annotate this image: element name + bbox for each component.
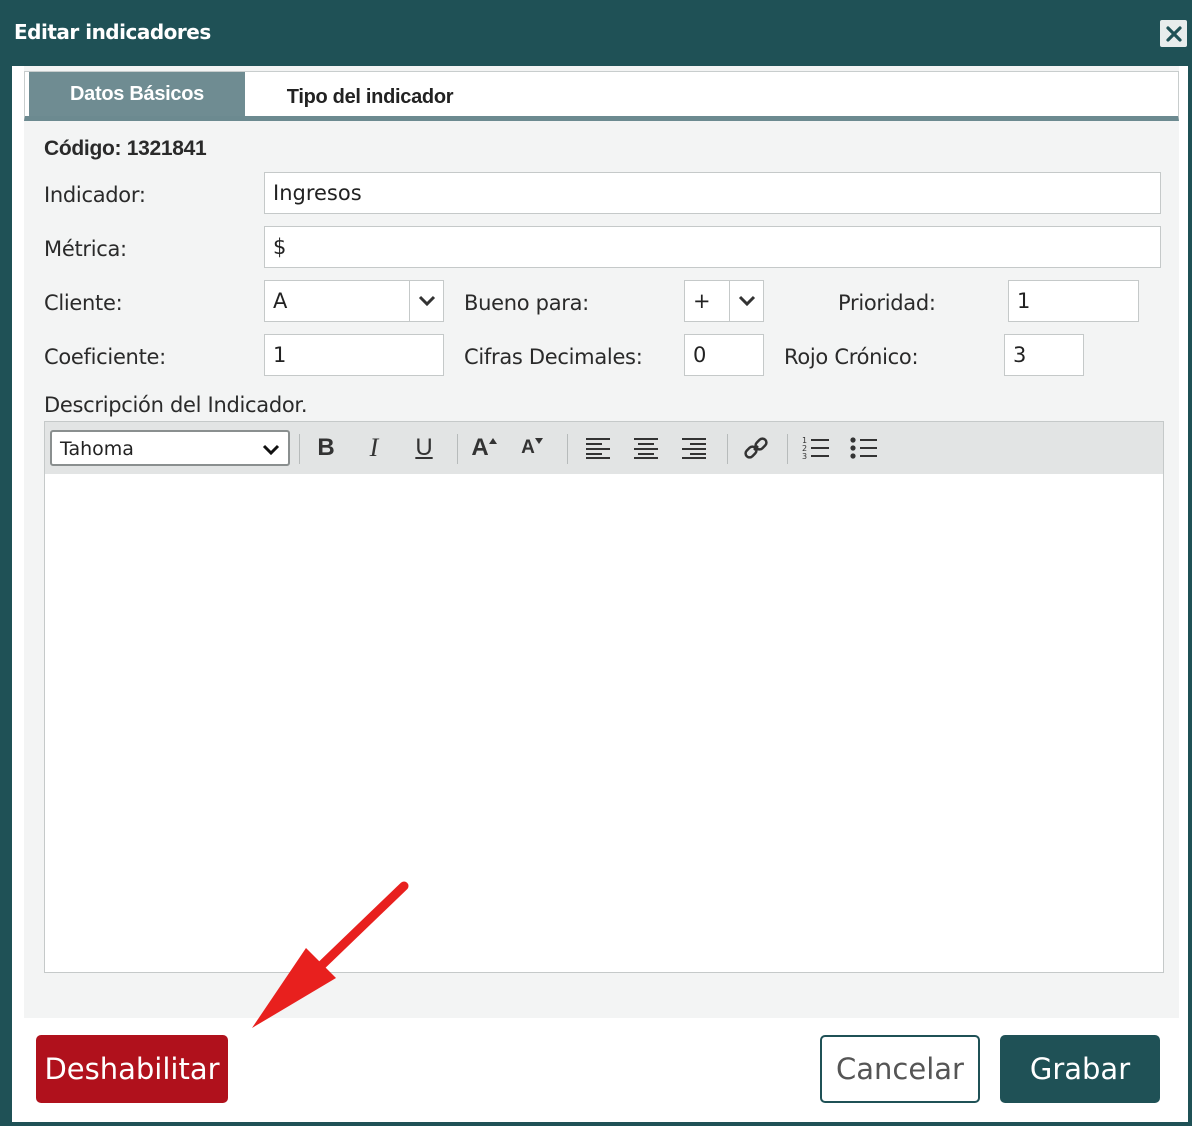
ordered-list-button[interactable]: 1 2 3 [797, 430, 835, 466]
prioridad-label: Prioridad: [838, 291, 936, 315]
description-text-area[interactable] [45, 474, 1163, 972]
underline-icon: U [415, 434, 433, 461]
chevron-down-icon [729, 281, 763, 321]
align-center-icon [634, 438, 658, 459]
disable-button[interactable]: Deshabilitar [36, 1035, 228, 1103]
tab-datos-basicos[interactable]: Datos Básicos [29, 72, 245, 116]
svg-text:3: 3 [802, 452, 807, 461]
unordered-list-button[interactable] [845, 430, 883, 466]
chevron-down-icon [409, 281, 443, 321]
descripcion-label: Descripción del Indicador. [44, 393, 308, 417]
indicador-label: Indicador: [44, 183, 146, 207]
align-right-icon [682, 438, 706, 459]
dialog-content: Datos Básicos Tipo del indicador Código:… [12, 66, 1188, 1122]
italic-button[interactable]: I [355, 430, 393, 466]
editor-toolbar: Tahoma B I U A A 1 2 3 [45, 422, 1163, 474]
toolbar-separator [727, 434, 728, 464]
font-family-select[interactable]: Tahoma [50, 430, 290, 466]
dialog-title: Editar indicadores [14, 20, 211, 44]
description-editor: Tahoma B I U A A 1 2 3 [44, 421, 1164, 973]
cifras-label: Cifras Decimales: [464, 345, 643, 369]
close-button[interactable] [1160, 20, 1187, 47]
rojo-input[interactable]: 3 [1004, 334, 1084, 376]
save-button[interactable]: Grabar [1000, 1035, 1160, 1103]
bueno-select-value: + [693, 289, 711, 313]
link-button[interactable] [737, 430, 775, 466]
underline-button[interactable]: U [405, 430, 443, 466]
cliente-select-value: A [273, 289, 288, 313]
metrica-input[interactable]: $ [264, 226, 1161, 268]
cliente-select[interactable]: A [264, 280, 444, 322]
toolbar-separator [787, 434, 788, 464]
cifras-input[interactable]: 0 [684, 334, 764, 376]
coeficiente-label: Coeficiente: [44, 345, 166, 369]
code-label: Código: 1321841 [44, 137, 207, 160]
ordered-list-icon: 1 2 3 [802, 436, 829, 461]
link-icon [744, 437, 768, 459]
font-grow-button[interactable]: A [465, 430, 503, 466]
italic-icon: I [369, 433, 379, 462]
bold-button[interactable]: B [307, 430, 345, 466]
tab-bar: Datos Básicos Tipo del indicador [24, 71, 1179, 121]
cliente-label: Cliente: [44, 291, 123, 315]
prioridad-input[interactable]: 1 [1008, 280, 1139, 322]
font-size-increase-icon: A [471, 434, 489, 461]
bueno-label: Bueno para: [464, 291, 589, 315]
font-family-value: Tahoma [60, 438, 134, 460]
bueno-select[interactable]: + [684, 280, 764, 322]
align-center-button[interactable] [627, 430, 665, 466]
coeficiente-input[interactable]: 1 [264, 334, 444, 376]
indicador-input[interactable]: Ingresos [264, 172, 1161, 214]
align-left-icon [586, 438, 610, 459]
toolbar-separator [457, 434, 458, 464]
bold-icon: B [317, 434, 335, 461]
align-left-button[interactable] [579, 430, 617, 466]
tab-tipo-indicador[interactable]: Tipo del indicador [245, 72, 495, 116]
metrica-label: Métrica: [44, 237, 127, 261]
font-shrink-button[interactable]: A [513, 430, 551, 466]
form-panel: Datos Básicos Tipo del indicador Código:… [24, 66, 1179, 1018]
edit-indicators-dialog: Editar indicadores Datos Básicos Tipo de… [0, 0, 1192, 1126]
toolbar-separator [299, 434, 300, 464]
dialog-titlebar: Editar indicadores [0, 0, 1192, 66]
unordered-list-icon [850, 437, 877, 459]
toolbar-separator [567, 434, 568, 464]
align-right-button[interactable] [675, 430, 713, 466]
close-icon [1165, 25, 1182, 42]
font-size-decrease-icon: A [521, 437, 535, 458]
chevron-down-icon [262, 441, 280, 460]
cancel-button[interactable]: Cancelar [820, 1035, 980, 1103]
rojo-label: Rojo Crónico: [784, 345, 919, 369]
